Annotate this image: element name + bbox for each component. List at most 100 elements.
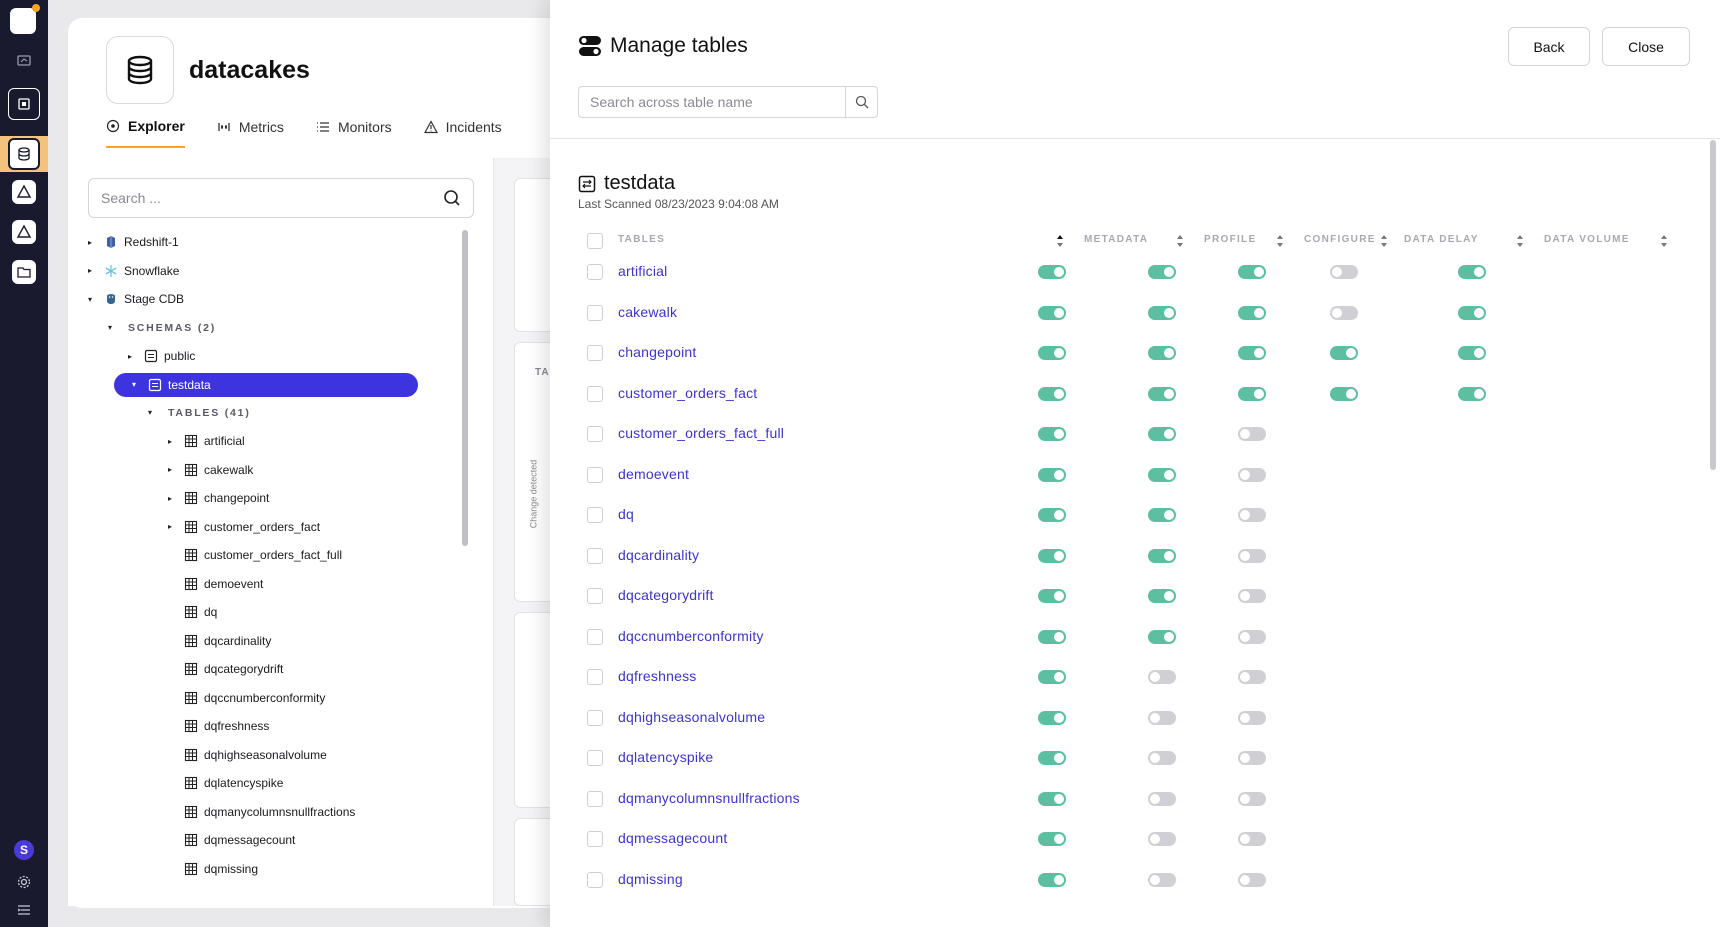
configure-toggle[interactable] <box>1238 265 1266 279</box>
metadata-toggle[interactable] <box>1038 305 1066 320</box>
metadata-toggle[interactable] <box>1038 791 1066 806</box>
configure-toggle[interactable] <box>1238 305 1266 320</box>
tab-monitors[interactable]: Monitors <box>316 118 392 148</box>
row-checkbox[interactable] <box>587 466 603 483</box>
tree-item[interactable]: dqcategorydrift <box>88 655 466 684</box>
tree-item[interactable]: customer_orders_fact_full <box>88 541 466 570</box>
row-checkbox[interactable] <box>587 264 603 280</box>
tree-item[interactable]: ▾ Stage CDB <box>88 285 466 314</box>
profile-toggle[interactable] <box>1148 386 1176 401</box>
tree-item[interactable]: dqfreshness <box>88 712 466 741</box>
caret-right-icon[interactable]: ▸ <box>88 238 98 247</box>
profile-toggle[interactable] <box>1148 670 1176 684</box>
profile-toggle[interactable] <box>1148 548 1176 563</box>
configure-toggle[interactable] <box>1238 710 1266 725</box>
caret-right-icon[interactable]: ▸ <box>168 465 178 474</box>
tree-item[interactable]: ▸ cakewalk <box>88 456 466 485</box>
row-checkbox[interactable] <box>587 790 603 807</box>
caret-down-icon[interactable]: ▾ <box>108 323 118 332</box>
metadata-toggle[interactable] <box>1038 467 1066 482</box>
tree-section-header[interactable]: ▾ SCHEMAS (2) <box>88 314 466 343</box>
close-button[interactable]: Close <box>1602 27 1690 66</box>
row-checkbox[interactable] <box>587 628 603 645</box>
data-volume-toggle[interactable] <box>1458 305 1486 320</box>
configure-toggle[interactable] <box>1238 346 1266 360</box>
configure-toggle[interactable] <box>1238 872 1266 887</box>
table-name-link[interactable]: dq <box>618 506 634 522</box>
caret-right-icon[interactable]: ▸ <box>168 522 178 531</box>
menu-collapse-icon[interactable] <box>8 894 40 926</box>
row-checkbox[interactable] <box>587 750 603 766</box>
datasource-nav-icon[interactable] <box>8 138 40 170</box>
tree-item[interactable]: ▸ Redshift-1 <box>88 228 466 257</box>
table-name-link[interactable]: demoevent <box>618 466 689 482</box>
profile-toggle[interactable] <box>1148 467 1176 482</box>
metadata-toggle[interactable] <box>1038 872 1066 887</box>
metadata-toggle[interactable] <box>1038 670 1066 684</box>
row-checkbox[interactable] <box>587 345 603 361</box>
row-checkbox[interactable] <box>587 831 603 847</box>
sort-icon[interactable] <box>1660 234 1668 248</box>
tab-metrics[interactable]: Metrics <box>217 118 284 148</box>
back-button[interactable]: Back <box>1508 27 1590 66</box>
tree-item[interactable]: dqlatencyspike <box>88 769 466 798</box>
modal-scrollbar[interactable] <box>1710 140 1716 470</box>
profile-toggle[interactable] <box>1148 791 1176 806</box>
caret-down-icon[interactable]: ▾ <box>148 408 158 417</box>
caret-right-icon[interactable]: ▸ <box>88 266 98 275</box>
profile-toggle[interactable] <box>1148 346 1176 360</box>
row-checkbox[interactable] <box>587 507 603 523</box>
tree-item[interactable]: ▸ changepoint <box>88 484 466 513</box>
sort-icon[interactable] <box>1380 234 1388 248</box>
table-name-link[interactable]: dqcardinality <box>618 547 699 563</box>
data-volume-toggle[interactable] <box>1458 346 1486 360</box>
row-checkbox[interactable] <box>587 669 603 685</box>
table-search-button[interactable] <box>845 87 877 117</box>
profile-toggle[interactable] <box>1148 751 1176 765</box>
table-name-link[interactable]: changepoint <box>618 344 697 360</box>
table-name-link[interactable]: artificial <box>618 263 667 279</box>
profile-toggle[interactable] <box>1148 265 1176 279</box>
metadata-toggle[interactable] <box>1038 265 1066 279</box>
data-delay-toggle[interactable] <box>1330 386 1358 401</box>
data-delay-toggle[interactable] <box>1330 346 1358 360</box>
table-name-link[interactable]: dqfreshness <box>618 668 696 684</box>
app-logo[interactable] <box>10 4 40 34</box>
tree-item[interactable]: dqmessagecount <box>88 826 466 855</box>
tab-explorer[interactable]: Explorer <box>106 118 185 148</box>
configure-toggle[interactable] <box>1238 386 1266 401</box>
row-checkbox[interactable] <box>587 588 603 604</box>
caret-down-icon[interactable]: ▾ <box>132 380 142 389</box>
data-delay-toggle[interactable] <box>1330 265 1358 279</box>
table-name-link[interactable]: cakewalk <box>618 304 677 320</box>
metadata-toggle[interactable] <box>1038 427 1066 441</box>
configure-toggle[interactable] <box>1238 427 1266 441</box>
tree-item[interactable]: ▸ Snowflake <box>88 257 466 286</box>
row-checkbox[interactable] <box>587 426 603 442</box>
sort-icon[interactable] <box>1056 234 1064 248</box>
tree-section-header[interactable]: ▾ TABLES (41) <box>88 399 466 428</box>
metadata-toggle[interactable] <box>1038 832 1066 846</box>
search-icon[interactable] <box>443 189 461 207</box>
sort-icon[interactable] <box>1516 234 1524 248</box>
data-delay-toggle[interactable] <box>1330 305 1358 320</box>
table-name-link[interactable]: dqlatencyspike <box>618 749 713 765</box>
caret-down-icon[interactable]: ▾ <box>88 295 98 304</box>
configure-toggle[interactable] <box>1238 589 1266 603</box>
configure-toggle[interactable] <box>1238 751 1266 765</box>
metadata-toggle[interactable] <box>1038 346 1066 360</box>
metadata-toggle[interactable] <box>1038 589 1066 603</box>
metadata-toggle[interactable] <box>1038 548 1066 563</box>
sort-icon[interactable] <box>1276 234 1284 248</box>
metadata-toggle[interactable] <box>1038 508 1066 522</box>
profile-toggle[interactable] <box>1148 872 1176 887</box>
metadata-toggle[interactable] <box>1038 710 1066 725</box>
incidents-nav-icon[interactable] <box>12 220 36 244</box>
caret-right-icon[interactable]: ▸ <box>168 494 178 503</box>
caret-right-icon[interactable]: ▸ <box>128 352 138 361</box>
tree-item[interactable]: ▾ testdata <box>114 372 418 397</box>
row-checkbox[interactable] <box>587 385 603 402</box>
profile-toggle[interactable] <box>1148 710 1176 725</box>
tree-scrollbar[interactable] <box>462 230 468 546</box>
caret-right-icon[interactable]: ▸ <box>168 437 178 446</box>
